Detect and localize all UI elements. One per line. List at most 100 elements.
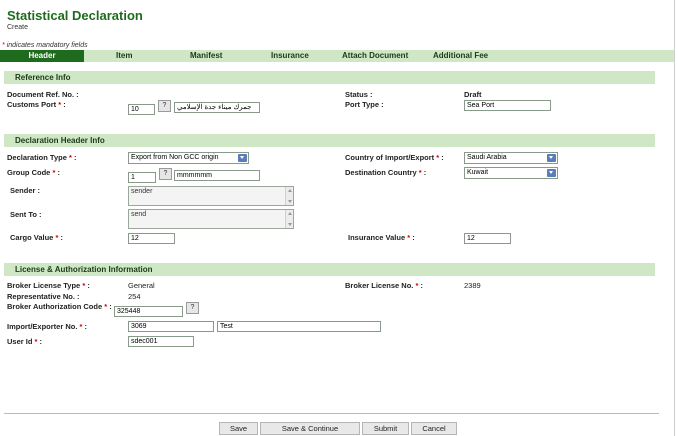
scrollbar[interactable] <box>285 210 293 228</box>
destination-country-select[interactable]: Kuwait <box>464 167 558 179</box>
importer-name-input: Test <box>217 321 381 332</box>
scroll-up-icon <box>288 212 292 215</box>
status-value: Draft <box>464 90 482 99</box>
customs-port-label-text: Customs Port <box>7 100 57 109</box>
status-label: Status : <box>345 90 373 99</box>
required-star: * <box>418 168 422 177</box>
broker-license-type-label: Broker License Type * : <box>7 281 90 290</box>
tab-manifest[interactable]: Manifest <box>190 50 222 62</box>
required-star: * <box>68 153 72 162</box>
user-id-label-text: User Id <box>7 337 33 346</box>
destination-country-label: Destination Country * : <box>345 168 427 177</box>
chevron-down-icon <box>238 154 247 162</box>
country-label-text: Country of Import/Export <box>345 153 435 162</box>
chevron-down-icon <box>547 154 556 162</box>
broker-license-no-value: 2389 <box>464 281 481 290</box>
broker-auth-code-label-text: Broker Authorization Code <box>7 302 103 311</box>
broker-license-no-label: Broker License No. * : <box>345 281 423 290</box>
required-star: * <box>104 302 108 311</box>
destination-country-label-text: Destination Country <box>345 168 417 177</box>
country-value: Saudi Arabia <box>467 154 507 161</box>
group-code-lookup-button[interactable]: ? <box>159 168 172 180</box>
mandatory-note-text: indicates mandatory fields <box>6 42 88 49</box>
user-id-label: User Id * : <box>7 337 43 346</box>
representative-no-label: Representative No. : <box>7 292 80 301</box>
chevron-down-icon <box>547 169 556 177</box>
cargo-value-input[interactable]: 12 <box>128 233 175 244</box>
destination-country-value: Kuwait <box>467 169 489 176</box>
sent-to-value: send <box>131 211 147 218</box>
required-star: * <box>58 100 62 109</box>
group-code-input[interactable]: 1 <box>128 172 156 183</box>
page-subtitle: Create <box>7 24 29 31</box>
scrollbar[interactable] <box>285 187 293 205</box>
port-type-input: Sea Port <box>464 100 551 111</box>
group-code-label: Group Code * : <box>7 168 60 177</box>
customs-port-code-input[interactable]: 10 <box>128 104 155 115</box>
required-star: * <box>436 153 440 162</box>
tab-insurance[interactable]: Insurance <box>271 50 309 62</box>
port-type-label: Port Type : <box>345 100 384 109</box>
required-star: * <box>407 233 411 242</box>
sender-textarea[interactable]: sender <box>128 186 294 206</box>
section-reference-info: Reference Info <box>4 71 655 84</box>
country-import-export-label: Country of Import/Export * : <box>345 153 444 162</box>
submit-button[interactable]: Submit <box>362 422 409 435</box>
tab-header[interactable]: Header <box>0 50 84 62</box>
cargo-value-label: Cargo Value * : <box>10 233 63 242</box>
page-title: Statistical Declaration <box>7 8 143 23</box>
user-id-input[interactable]: sdec001 <box>128 336 194 347</box>
broker-auth-lookup-button[interactable]: ? <box>186 302 199 314</box>
declaration-type-select[interactable]: Export from Non GCC origin <box>128 152 249 164</box>
save-continue-button[interactable]: Save & Continue <box>260 422 360 435</box>
mandatory-note: * indicates mandatory fields <box>2 42 88 49</box>
declaration-type-label: Declaration Type * : <box>7 153 77 162</box>
frame-border <box>674 0 675 436</box>
section-declaration-header-info: Declaration Header Info <box>4 134 655 147</box>
required-star: * <box>34 337 38 346</box>
representative-no-value: 254 <box>128 292 141 301</box>
insurance-value-label-text: Insurance Value <box>348 233 406 242</box>
group-code-label-text: Group Code <box>7 168 51 177</box>
scroll-up-icon <box>288 189 292 192</box>
country-import-export-select[interactable]: Saudi Arabia <box>464 152 558 164</box>
customs-port-lookup-button[interactable]: ? <box>158 100 171 112</box>
broker-license-type-value: General <box>128 281 155 290</box>
tab-attach-document[interactable]: Attach Document <box>342 50 408 62</box>
save-button[interactable]: Save <box>219 422 258 435</box>
required-star: * <box>415 281 419 290</box>
sender-value: sender <box>131 188 153 195</box>
footer-divider <box>4 413 659 414</box>
importer-exporter-no-label: Import/Exporter No. * : <box>7 322 88 331</box>
scroll-down-icon <box>288 223 292 226</box>
cargo-value-label-text: Cargo Value <box>10 233 54 242</box>
broker-auth-code-label: Broker Authorization Code * : <box>7 302 112 311</box>
declaration-type-value: Export from Non GCC origin <box>131 154 219 161</box>
importer-label-text: Import/Exporter No. <box>7 322 78 331</box>
required-star: * <box>82 281 86 290</box>
customs-port-label: Customs Port * : <box>7 100 66 109</box>
broker-auth-code-input[interactable]: 325448 <box>114 306 183 317</box>
required-star: * <box>79 322 83 331</box>
declaration-type-label-text: Declaration Type <box>7 153 67 162</box>
doc-ref-label: Document Ref. No. : <box>7 90 79 99</box>
broker-license-no-label-text: Broker License No. <box>345 281 414 290</box>
sent-to-label: Sent To : <box>10 210 42 219</box>
tab-additional-fee[interactable]: Additional Fee <box>433 50 488 62</box>
insurance-value-label: Insurance Value * : <box>348 233 415 242</box>
required-star: * <box>2 42 5 49</box>
insurance-value-input[interactable]: 12 <box>464 233 511 244</box>
customs-port-name-input: جمرك ميناء جدة الإسلامي <box>174 102 260 113</box>
sent-to-textarea[interactable]: send <box>128 209 294 229</box>
tab-bar: Header Item Manifest Insurance Attach Do… <box>0 50 674 62</box>
broker-license-type-label-text: Broker License Type <box>7 281 81 290</box>
required-star: * <box>52 168 56 177</box>
cancel-button[interactable]: Cancel <box>411 422 457 435</box>
sender-label: Sender : <box>10 186 41 195</box>
section-license-authorization: License & Authorization Information <box>4 263 655 276</box>
group-code-name-input: mmmmmm <box>174 170 260 181</box>
importer-code-input[interactable]: 3069 <box>128 321 214 332</box>
tab-item[interactable]: Item <box>116 50 132 62</box>
scroll-down-icon <box>288 200 292 203</box>
required-star: * <box>55 233 59 242</box>
